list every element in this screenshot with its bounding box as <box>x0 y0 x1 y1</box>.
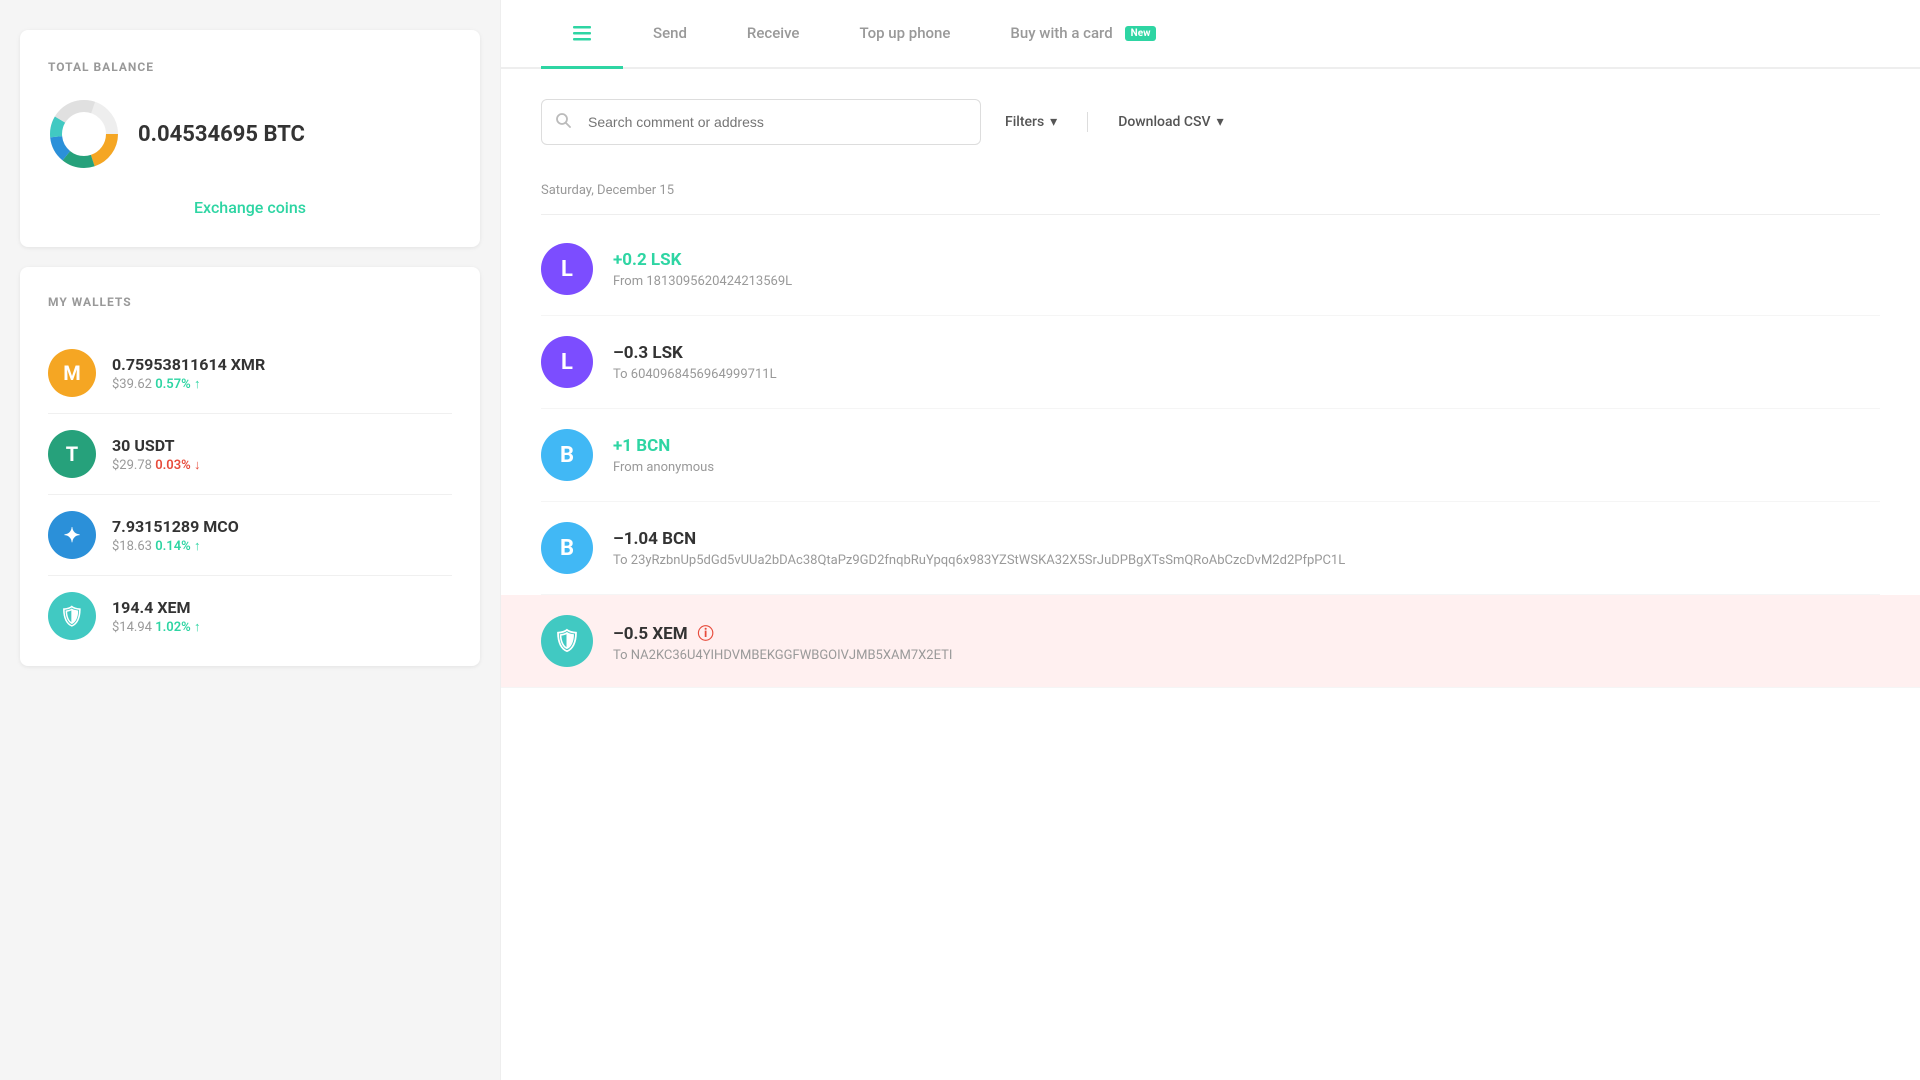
tx-details: +1 BCN From anonymous <box>613 436 1880 475</box>
tab-receive[interactable]: Receive <box>717 2 830 67</box>
my-wallets-title: MY WALLETS <box>48 295 452 309</box>
transaction-item[interactable]: B +1 BCN From anonymous <box>541 409 1880 502</box>
total-balance-card: TOTAL BALANCE 0.04534695 BTC Exchange co… <box>20 30 480 247</box>
wallet-change: 0.57% ↑ <box>155 377 200 392</box>
wallet-fiat: $39.62 0.57% ↑ <box>112 376 452 392</box>
wallet-fiat: $14.94 1.02% ↑ <box>112 619 452 635</box>
badge-new: New <box>1125 26 1157 41</box>
tx-amount: +0.2 LSK <box>613 250 1880 270</box>
tx-details: –0.3 LSK To 60409684569649997​11L <box>613 343 1880 382</box>
filters-button[interactable]: Filters ▾ <box>1001 106 1061 138</box>
tx-details: –0.5 XEM ⓘ To NA2KC36U4YIHDVMBEKGGFWBGOIV… <box>613 620 1880 663</box>
wallet-amount: 0.75953811614 XMR <box>112 355 452 374</box>
wallet-fiat: $29.78 0.03% ↓ <box>112 457 452 473</box>
wallet-item[interactable]: ✦ 7.93151289 MCO $18.63 0.14% ↑ <box>48 495 452 576</box>
wallet-amount: 7.93151289 MCO <box>112 517 452 536</box>
wallet-icon: ✦ <box>48 511 96 559</box>
wallet-fiat: $18.63 0.14% ↑ <box>112 538 452 554</box>
search-icon <box>555 112 571 132</box>
tx-address: To 60409684569649997​11L <box>613 367 1880 382</box>
filters-chevron-icon: ▾ <box>1050 114 1057 130</box>
balance-row: 0.04534695 BTC <box>48 98 452 170</box>
wallet-item[interactable]: M 0.75953811614 XMR $39.62 0.57% ↑ <box>48 333 452 414</box>
tx-avatar: B <box>541 429 593 481</box>
tab-bar: Send Receive Top up phone Buy with a car… <box>501 0 1920 69</box>
wallet-item[interactable]: 🛡 194.4 XEM $14.94 1.02% ↑ <box>48 576 452 656</box>
search-box <box>541 99 981 145</box>
tx-avatar: B <box>541 522 593 574</box>
tx-warning-icon: ⓘ <box>694 624 714 643</box>
tx-amount: –1.04 BCN <box>613 529 1880 549</box>
wallet-details: 30 USDT $29.78 0.03% ↓ <box>112 436 452 473</box>
wallet-change: 1.02% ↑ <box>155 620 200 635</box>
wallets-card: MY WALLETS M 0.75953811614 XMR $39.62 0.57… <box>20 267 480 666</box>
tab-topup-label: Top up phone <box>859 24 950 42</box>
donut-chart <box>48 98 120 170</box>
tab-send-label: Send <box>653 24 687 42</box>
divider <box>1087 112 1088 132</box>
tx-avatar: L <box>541 336 593 388</box>
tx-avatar: 🛡 <box>541 615 593 667</box>
wallet-amount: 30 USDT <box>112 436 452 455</box>
exchange-coins-link[interactable]: Exchange coins <box>48 198 452 217</box>
filters-label: Filters <box>1005 114 1044 130</box>
content-area: Filters ▾ Download CSV ▾ Saturday, Decem… <box>501 69 1920 1080</box>
total-balance-title: TOTAL BALANCE <box>48 60 452 74</box>
search-filter-row: Filters ▾ Download CSV ▾ <box>541 99 1880 145</box>
wallet-item[interactable]: T 30 USDT $29.78 0.03% ↓ <box>48 414 452 495</box>
transactions-icon <box>571 22 593 44</box>
tx-avatar: L <box>541 243 593 295</box>
right-panel: Send Receive Top up phone Buy with a car… <box>500 0 1920 1080</box>
download-csv-button[interactable]: Download CSV ▾ <box>1114 106 1227 138</box>
transaction-item[interactable]: L –0.3 LSK To 60409684569649997​11L <box>541 316 1880 409</box>
wallet-change: 0.03% ↓ <box>155 458 200 473</box>
transactions-list: L +0.2 LSK From 181309562042421356​9L L –0.3… <box>541 223 1880 688</box>
wallet-amount: 194.4 XEM <box>112 598 452 617</box>
search-input[interactable] <box>541 99 981 145</box>
tx-address: To 23yRzbnUp5dGd5vUUa2bDAc38QtaPz9GD2fnq… <box>613 553 1880 568</box>
transaction-item[interactable]: 🛡 –0.5 XEM ⓘ To NA2KC36U4YIHDVMBEKGGFWBGOI… <box>501 595 1920 688</box>
tx-address: To NA2KC36U4YIHDVMBEKGGFWBGOIVJMB5XAM7X2… <box>613 648 1880 663</box>
transaction-item[interactable]: B –1.04 BCN To 23yRzbnUp5dGd5vUUa2bDAc38Qt… <box>541 502 1880 595</box>
transaction-item[interactable]: L +0.2 LSK From 181309562042421356​9L <box>541 223 1880 316</box>
tab-buywithcard[interactable]: Buy with a card New <box>980 2 1186 67</box>
date-separator: Saturday, December 15 <box>541 175 1880 215</box>
tx-address: From 181309562042421356​9L <box>613 274 1880 289</box>
tab-buywithcard-label: Buy with a card <box>1010 24 1112 42</box>
tx-details: +0.2 LSK From 181309562042421356​9L <box>613 250 1880 289</box>
wallet-icon: 🛡 <box>48 592 96 640</box>
download-csv-chevron-icon: ▾ <box>1217 114 1224 130</box>
wallet-change: 0.14% ↑ <box>155 539 200 554</box>
tab-topup[interactable]: Top up phone <box>829 2 980 67</box>
tab-receive-label: Receive <box>747 24 800 42</box>
wallets-list: M 0.75953811614 XMR $39.62 0.57% ↑ T 30 USDT… <box>48 333 452 656</box>
wallet-details: 194.4 XEM $14.94 1.02% ↑ <box>112 598 452 635</box>
tx-amount: –0.5 XEM ⓘ <box>613 620 1880 644</box>
tab-transactions[interactable] <box>541 0 623 69</box>
tab-send[interactable]: Send <box>623 2 717 67</box>
tx-details: –1.04 BCN To 23yRzbnUp5dGd5vUUa2bDAc38Qta… <box>613 529 1880 568</box>
wallet-icon: T <box>48 430 96 478</box>
wallet-details: 0.75953811614 XMR $39.62 0.57% ↑ <box>112 355 452 392</box>
left-panel: TOTAL BALANCE 0.04534695 BTC Exchange co… <box>0 0 500 1080</box>
tx-address: From anonymous <box>613 460 1880 475</box>
wallet-details: 7.93151289 MCO $18.63 0.14% ↑ <box>112 517 452 554</box>
balance-amount: 0.04534695 BTC <box>138 122 305 147</box>
download-csv-label: Download CSV <box>1118 114 1210 130</box>
tx-amount: –0.3 LSK <box>613 343 1880 363</box>
tx-amount: +1 BCN <box>613 436 1880 456</box>
wallet-icon: M <box>48 349 96 397</box>
